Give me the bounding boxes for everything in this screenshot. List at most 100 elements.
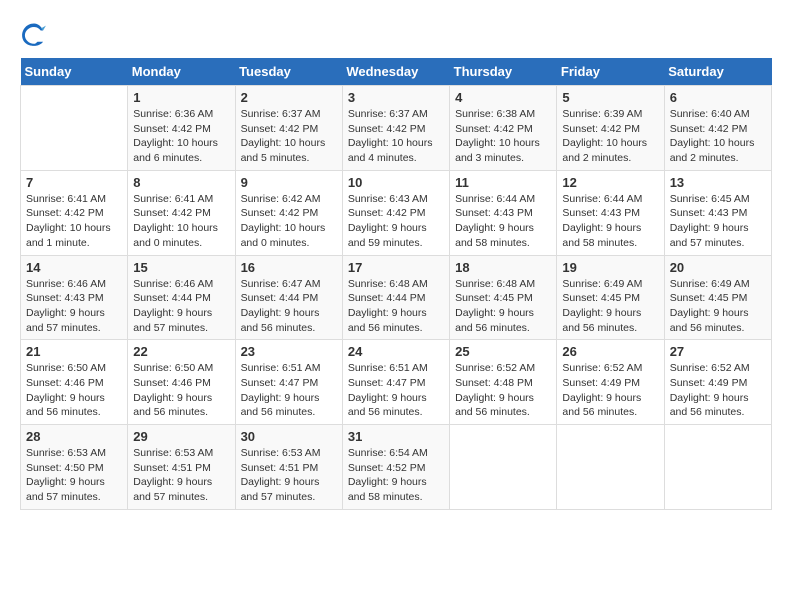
cell-info: Sunrise: 6:51 AMSunset: 4:47 PMDaylight:… [241, 361, 337, 420]
cell-info: Sunrise: 6:51 AMSunset: 4:47 PMDaylight:… [348, 361, 444, 420]
calendar-cell: 21 Sunrise: 6:50 AMSunset: 4:46 PMDayligh… [21, 340, 128, 425]
cell-info: Sunrise: 6:53 AMSunset: 4:51 PMDaylight:… [133, 446, 229, 505]
cell-info: Sunrise: 6:44 AMSunset: 4:43 PMDaylight:… [455, 192, 551, 251]
cell-info: Sunrise: 6:37 AMSunset: 4:42 PMDaylight:… [348, 107, 444, 166]
cell-info: Sunrise: 6:41 AMSunset: 4:42 PMDaylight:… [133, 192, 229, 251]
calendar-cell: 2 Sunrise: 6:37 AMSunset: 4:42 PMDaylight… [235, 86, 342, 171]
calendar-cell: 18 Sunrise: 6:48 AMSunset: 4:45 PMDayligh… [450, 255, 557, 340]
week-row-5: 28 Sunrise: 6:53 AMSunset: 4:50 PMDayligh… [21, 425, 772, 510]
header-day-sunday: Sunday [21, 58, 128, 86]
day-number: 24 [348, 344, 444, 359]
day-number: 12 [562, 175, 658, 190]
header-day-monday: Monday [128, 58, 235, 86]
cell-info: Sunrise: 6:48 AMSunset: 4:44 PMDaylight:… [348, 277, 444, 336]
cell-info: Sunrise: 6:50 AMSunset: 4:46 PMDaylight:… [133, 361, 229, 420]
day-number: 21 [26, 344, 122, 359]
day-number: 5 [562, 90, 658, 105]
header-day-thursday: Thursday [450, 58, 557, 86]
calendar-cell: 8 Sunrise: 6:41 AMSunset: 4:42 PMDaylight… [128, 170, 235, 255]
week-row-2: 7 Sunrise: 6:41 AMSunset: 4:42 PMDaylight… [21, 170, 772, 255]
day-number: 10 [348, 175, 444, 190]
cell-info: Sunrise: 6:46 AMSunset: 4:44 PMDaylight:… [133, 277, 229, 336]
cell-info: Sunrise: 6:49 AMSunset: 4:45 PMDaylight:… [562, 277, 658, 336]
calendar-cell: 14 Sunrise: 6:46 AMSunset: 4:43 PMDayligh… [21, 255, 128, 340]
day-number: 27 [670, 344, 766, 359]
cell-info: Sunrise: 6:36 AMSunset: 4:42 PMDaylight:… [133, 107, 229, 166]
cell-info: Sunrise: 6:48 AMSunset: 4:45 PMDaylight:… [455, 277, 551, 336]
calendar-cell: 25 Sunrise: 6:52 AMSunset: 4:48 PMDayligh… [450, 340, 557, 425]
calendar-cell: 12 Sunrise: 6:44 AMSunset: 4:43 PMDayligh… [557, 170, 664, 255]
day-number: 4 [455, 90, 551, 105]
week-row-1: 1 Sunrise: 6:36 AMSunset: 4:42 PMDaylight… [21, 86, 772, 171]
cell-info: Sunrise: 6:53 AMSunset: 4:51 PMDaylight:… [241, 446, 337, 505]
cell-info: Sunrise: 6:54 AMSunset: 4:52 PMDaylight:… [348, 446, 444, 505]
calendar-cell [21, 86, 128, 171]
calendar-cell [557, 425, 664, 510]
calendar-cell: 4 Sunrise: 6:38 AMSunset: 4:42 PMDaylight… [450, 86, 557, 171]
calendar-cell: 26 Sunrise: 6:52 AMSunset: 4:49 PMDayligh… [557, 340, 664, 425]
cell-info: Sunrise: 6:40 AMSunset: 4:42 PMDaylight:… [670, 107, 766, 166]
cell-info: Sunrise: 6:39 AMSunset: 4:42 PMDaylight:… [562, 107, 658, 166]
day-number: 19 [562, 260, 658, 275]
calendar-cell: 17 Sunrise: 6:48 AMSunset: 4:44 PMDayligh… [342, 255, 449, 340]
cell-info: Sunrise: 6:42 AMSunset: 4:42 PMDaylight:… [241, 192, 337, 251]
calendar-cell: 27 Sunrise: 6:52 AMSunset: 4:49 PMDayligh… [664, 340, 771, 425]
header-day-saturday: Saturday [664, 58, 771, 86]
calendar-cell: 16Sunrise: 6:47 AMSunset: 4:44 PMDayligh… [235, 255, 342, 340]
cell-info: Sunrise: 6:44 AMSunset: 4:43 PMDaylight:… [562, 192, 658, 251]
header-row: SundayMondayTuesdayWednesdayThursdayFrid… [21, 58, 772, 86]
day-number: 1 [133, 90, 229, 105]
cell-info: Sunrise: 6:52 AMSunset: 4:48 PMDaylight:… [455, 361, 551, 420]
week-row-3: 14 Sunrise: 6:46 AMSunset: 4:43 PMDayligh… [21, 255, 772, 340]
calendar-cell: 19 Sunrise: 6:49 AMSunset: 4:45 PMDayligh… [557, 255, 664, 340]
day-number: 2 [241, 90, 337, 105]
day-number: 20 [670, 260, 766, 275]
calendar-cell [450, 425, 557, 510]
page-header [20, 20, 772, 48]
calendar-cell: 31 Sunrise: 6:54 AMSunset: 4:52 PMDayligh… [342, 425, 449, 510]
calendar-cell [664, 425, 771, 510]
week-row-4: 21 Sunrise: 6:50 AMSunset: 4:46 PMDayligh… [21, 340, 772, 425]
day-number: 26 [562, 344, 658, 359]
day-number: 17 [348, 260, 444, 275]
cell-info: Sunrise: 6:52 AMSunset: 4:49 PMDaylight:… [562, 361, 658, 420]
calendar-cell: 6Sunrise: 6:40 AMSunset: 4:42 PMDaylight… [664, 86, 771, 171]
day-number: 8 [133, 175, 229, 190]
cell-info: Sunrise: 6:52 AMSunset: 4:49 PMDaylight:… [670, 361, 766, 420]
day-number: 11 [455, 175, 551, 190]
logo [20, 20, 52, 48]
day-number: 23 [241, 344, 337, 359]
day-number: 15 [133, 260, 229, 275]
calendar-cell: 24 Sunrise: 6:51 AMSunset: 4:47 PMDayligh… [342, 340, 449, 425]
day-number: 31 [348, 429, 444, 444]
logo-icon [20, 20, 48, 48]
calendar-cell: 23 Sunrise: 6:51 AMSunset: 4:47 PMDayligh… [235, 340, 342, 425]
calendar-cell: 1 Sunrise: 6:36 AMSunset: 4:42 PMDaylight… [128, 86, 235, 171]
cell-info: Sunrise: 6:45 AMSunset: 4:43 PMDaylight:… [670, 192, 766, 251]
day-number: 28 [26, 429, 122, 444]
calendar-cell: 30Sunrise: 6:53 AMSunset: 4:51 PMDayligh… [235, 425, 342, 510]
cell-info: Sunrise: 6:50 AMSunset: 4:46 PMDaylight:… [26, 361, 122, 420]
calendar-cell: 15 Sunrise: 6:46 AMSunset: 4:44 PMDayligh… [128, 255, 235, 340]
day-number: 16 [241, 260, 337, 275]
cell-info: Sunrise: 6:37 AMSunset: 4:42 PMDaylight:… [241, 107, 337, 166]
day-number: 29 [133, 429, 229, 444]
day-number: 14 [26, 260, 122, 275]
cell-info: Sunrise: 6:49 AMSunset: 4:45 PMDaylight:… [670, 277, 766, 336]
cell-info: Sunrise: 6:53 AMSunset: 4:50 PMDaylight:… [26, 446, 122, 505]
calendar-cell: 11 Sunrise: 6:44 AMSunset: 4:43 PMDayligh… [450, 170, 557, 255]
cell-info: Sunrise: 6:38 AMSunset: 4:42 PMDaylight:… [455, 107, 551, 166]
calendar-cell: 13 Sunrise: 6:45 AMSunset: 4:43 PMDayligh… [664, 170, 771, 255]
header-day-wednesday: Wednesday [342, 58, 449, 86]
day-number: 25 [455, 344, 551, 359]
day-number: 3 [348, 90, 444, 105]
cell-info: Sunrise: 6:43 AMSunset: 4:42 PMDaylight:… [348, 192, 444, 251]
day-number: 7 [26, 175, 122, 190]
day-number: 13 [670, 175, 766, 190]
calendar-cell: 20 Sunrise: 6:49 AMSunset: 4:45 PMDayligh… [664, 255, 771, 340]
cell-info: Sunrise: 6:41 AMSunset: 4:42 PMDaylight:… [26, 192, 122, 251]
day-number: 22 [133, 344, 229, 359]
day-number: 18 [455, 260, 551, 275]
cell-info: Sunrise: 6:46 AMSunset: 4:43 PMDaylight:… [26, 277, 122, 336]
calendar-cell: 22 Sunrise: 6:50 AMSunset: 4:46 PMDayligh… [128, 340, 235, 425]
